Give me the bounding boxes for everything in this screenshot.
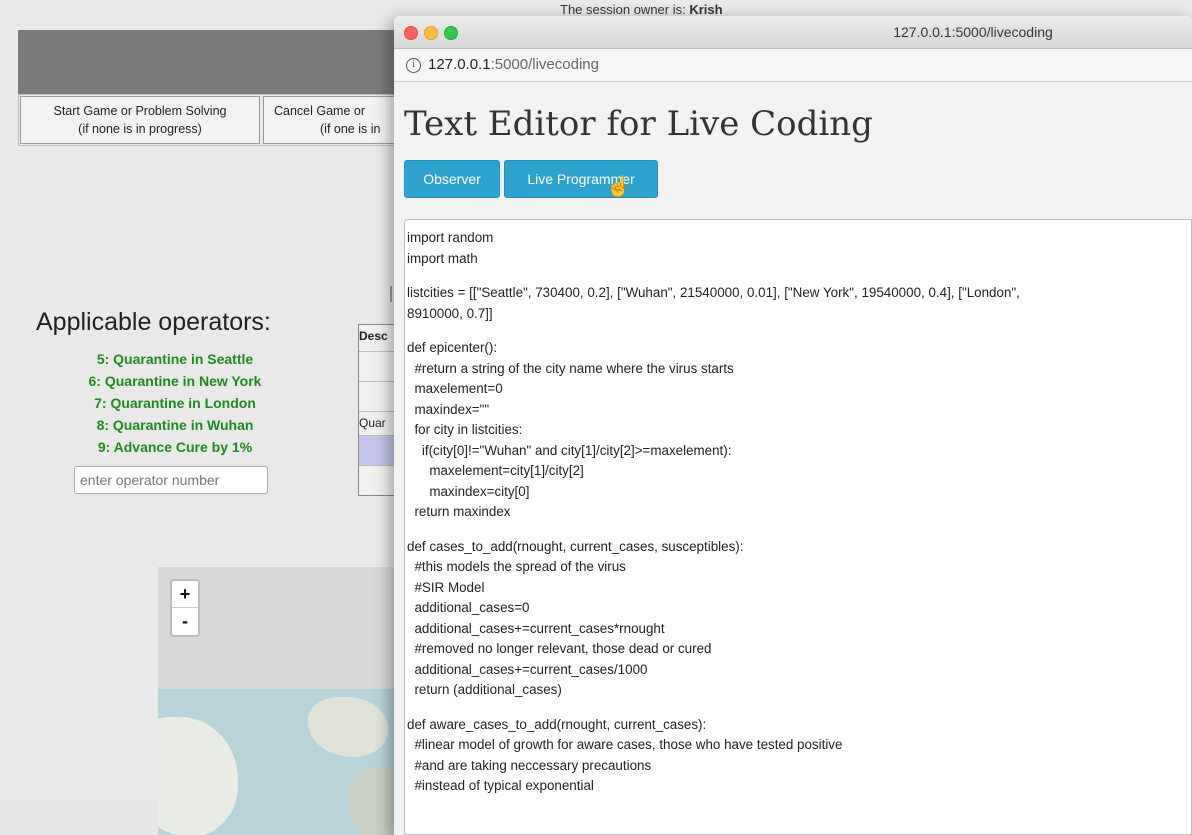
operators-heading: Applicable operators: (36, 308, 271, 336)
code-line: additional_cases+=current_cases/1000 (407, 661, 648, 677)
session-owner-line: The session owner is: Krish (560, 2, 723, 17)
operator-number-input[interactable] (74, 466, 268, 494)
code-line: #instead of typical exponential (407, 778, 594, 793)
operator-item: 8: Quarantine in Wuhan (96, 417, 254, 433)
observer-button[interactable]: Observer (404, 160, 500, 198)
table-row (359, 381, 397, 412)
code-line: #return a string of the city name where … (407, 360, 734, 376)
code-line: def cases_to_add(rnought, current_cases,… (407, 538, 744, 554)
code-editor[interactable]: import random import math listcities = [["… (404, 219, 1192, 835)
zoom-out-button[interactable]: - (172, 608, 198, 634)
operator-item: 9: Advance Cure by 1% (97, 439, 253, 455)
operator-item: 7: Quarantine in London (94, 395, 256, 411)
zoom-in-button[interactable]: + (172, 581, 198, 608)
table-header-description: Desc (359, 329, 388, 343)
window-titlebar[interactable]: 127.0.0.1:5000/livecoding (394, 16, 1192, 49)
cancel-game-button[interactable]: Cancel Game or (if one is in (263, 96, 403, 144)
code-line: additional_cases=0 (407, 600, 530, 615)
code-line: import math (407, 250, 478, 266)
cancel-game-button-line2: (if one is in (320, 122, 381, 136)
code-line: listcities = [["Seattle", 730400, 0.2], … (407, 285, 1020, 300)
code-line: #this models the spread of the virus (407, 559, 626, 574)
state-table: Desc Quar (358, 324, 398, 496)
address-bar[interactable]: i 127.0.0.1:5000/livecoding (394, 49, 1192, 82)
code-line: if(city[0]!="Wuhan" and city[1]/city[2]>… (407, 442, 732, 458)
window-title: 127.0.0.1:5000/livecoding (893, 24, 1053, 40)
operator-item: 5: Quarantine in Seattle (96, 351, 254, 367)
code-line: #removed no longer relevant, those dead … (407, 641, 712, 656)
url-path: :5000/livecoding (490, 56, 599, 73)
code-line: return maxindex (407, 504, 511, 519)
divider-mark (390, 286, 392, 302)
hand-cursor-icon: ☝ (606, 176, 631, 198)
url-host: 127.0.0.1 (428, 56, 491, 73)
code-line: #and are taking neccessary precautions (407, 757, 652, 773)
code-line: maxelement=city[1]/city[2] (407, 463, 584, 478)
operator-item: 6: Quarantine in New York (88, 373, 262, 389)
code-line: #linear model of growth for aware cases,… (407, 737, 843, 752)
code-line: maxindex="" (407, 401, 490, 417)
code-line: def epicenter(): (407, 340, 498, 355)
start-game-button[interactable]: Start Game or Problem Solving (if none i… (20, 96, 260, 144)
cancel-game-button-line1: Cancel Game or (274, 104, 366, 118)
operators-list: 5: Quarantine in Seattle 6: Quarantine i… (60, 348, 290, 458)
session-owner-name: Krish (689, 2, 723, 17)
code-line: additional_cases+=current_cases*rnought (407, 620, 665, 636)
code-line: #SIR Model (407, 579, 485, 595)
code-text[interactable]: import random import math listcities = [["… (405, 220, 1191, 797)
livecoding-window[interactable]: 127.0.0.1:5000/livecoding i 127.0.0.1:50… (394, 16, 1192, 835)
info-icon[interactable]: i (406, 58, 421, 73)
table-row (359, 351, 397, 382)
code-line: 8910000, 0.7]] (407, 305, 493, 321)
live-programmer-button[interactable]: Live Programmer (504, 160, 658, 198)
code-line: return (additional_cases) (407, 682, 562, 697)
code-line: def aware_cases_to_add(rnought, current_… (407, 716, 707, 732)
table-row (359, 465, 397, 496)
bottom-strip (0, 800, 158, 835)
page-title: Text Editor for Live Coding (404, 104, 873, 144)
map-landmass (348, 767, 398, 835)
code-line: maxelement=0 (407, 381, 503, 396)
code-line: maxindex=city[0] (407, 483, 530, 499)
code-line: import random (407, 230, 494, 245)
start-game-button-line2: (if none is in progress) (78, 122, 202, 136)
table-row-highlighted (359, 435, 397, 466)
start-game-button-line1: Start Game or Problem Solving (53, 104, 227, 118)
url-text[interactable]: 127.0.0.1:5000/livecoding (428, 56, 599, 73)
map-zoom-control: + - (170, 579, 200, 637)
session-owner-prefix: The session owner is: (560, 2, 690, 17)
code-line: for city in listcities: (407, 422, 523, 437)
